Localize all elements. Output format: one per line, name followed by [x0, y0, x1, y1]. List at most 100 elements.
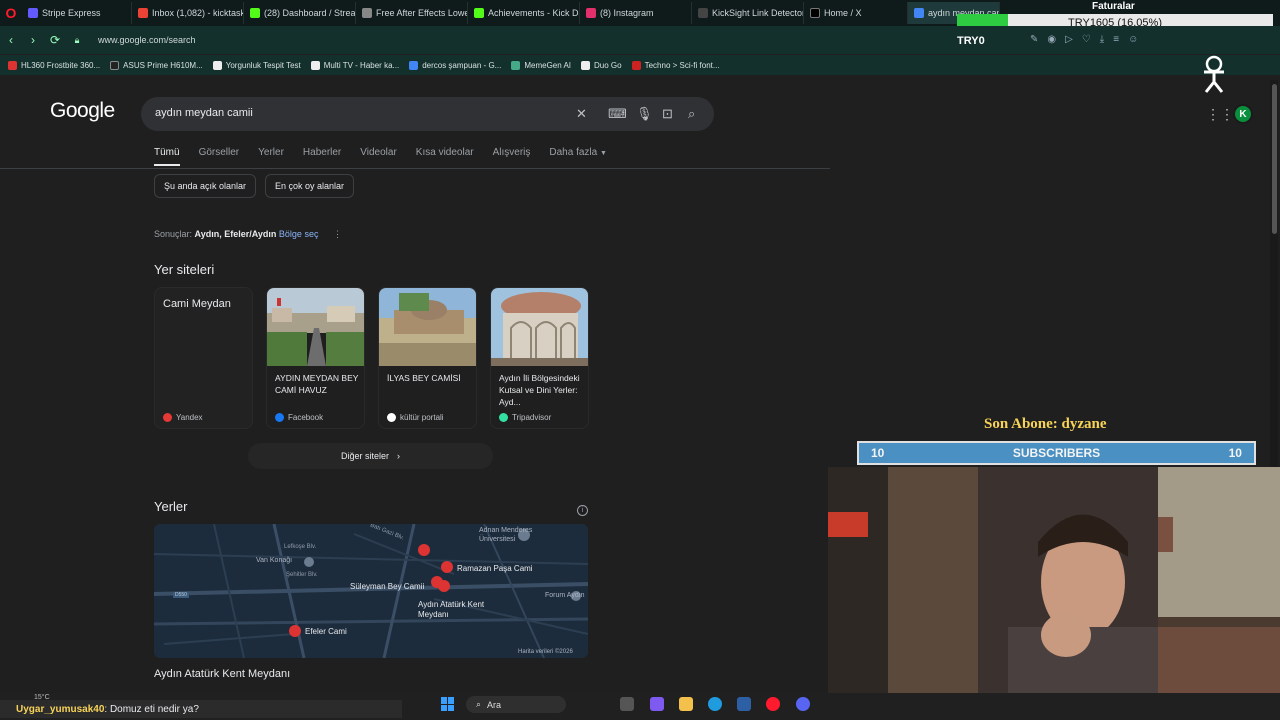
place-site-card[interactable]: İLYAS BEY CAMİSİ kültür portali	[378, 287, 477, 429]
search-box[interactable]: aydın meydan camii ✕ ⌨ 🎙︎ ⊡ ⌕	[141, 97, 714, 131]
map-label-vankonagi: Van Konağı	[256, 557, 293, 564]
instagram-icon	[586, 8, 596, 18]
tab-achievements[interactable]: Achievements - Kick Dash	[468, 2, 580, 24]
tab-shopping[interactable]: Alışveriş	[493, 147, 531, 166]
sub-count-right: 10	[1228, 446, 1242, 460]
gmail-icon	[138, 8, 148, 18]
tab-places[interactable]: Yerler	[258, 147, 284, 166]
bookmark-favicon-icon	[511, 60, 521, 70]
windows-start-icon[interactable]	[441, 697, 455, 711]
places-map[interactable]: Adnan Menderes Üniversitesi Batı Gazi Bl…	[154, 524, 588, 658]
tab-x[interactable]: Home / X	[804, 2, 908, 24]
edge-icon[interactable]	[708, 697, 722, 711]
bookmarks-bar: HL360 Frostbite 360... ASUS Prime H610M.…	[0, 55, 1280, 75]
opera-icon[interactable]	[766, 697, 780, 711]
more-options-icon[interactable]: ⋮	[333, 229, 342, 239]
card-image-fountain	[491, 288, 588, 366]
choose-region-link[interactable]: Bölge seç	[279, 229, 319, 239]
url-field[interactable]: www.google.com/search	[98, 35, 196, 45]
card-image-city	[267, 288, 364, 366]
chip-top-rated[interactable]: En çok oy alanlar	[265, 174, 355, 198]
tab-inbox[interactable]: Inbox (1,082) - kicktaskin	[132, 2, 244, 24]
menu-icon[interactable]: ≡	[1113, 34, 1119, 45]
tab-images[interactable]: Görseller	[199, 147, 240, 166]
tripadvisor-icon	[499, 413, 508, 422]
store-icon[interactable]	[737, 697, 751, 711]
scrollbar-thumb[interactable]	[1272, 84, 1277, 234]
card-source: kültür portali	[387, 413, 444, 422]
reload-icon[interactable]: ⟳	[44, 33, 66, 47]
search-input[interactable]: aydın meydan camii	[155, 107, 253, 119]
map-label-suleyman: Süleyman Bey Camii	[350, 582, 425, 591]
camera-icon[interactable]: ◉	[1047, 34, 1056, 45]
tab-short-videos[interactable]: Kısa videolar	[416, 147, 474, 166]
place-title[interactable]: Aydın Atatürk Kent Meydanı	[154, 668, 290, 680]
kultur-portali-icon	[387, 413, 396, 422]
bookmark-favicon-icon	[631, 60, 641, 70]
place-site-card[interactable]: Aydın İli Bölgesindeki Kutsal ve Dini Ye…	[490, 287, 589, 429]
tab-more[interactable]: Daha fazla ▼	[549, 147, 607, 166]
bookmark-item[interactable]: Yorgunluk Tespit Test	[212, 60, 311, 70]
tab-streamlabs[interactable]: (28) Dashboard / Streamla	[244, 2, 356, 24]
file-explorer-icon[interactable]	[679, 697, 693, 711]
tab-after-effects[interactable]: Free After Effects Lower Th	[356, 2, 468, 24]
map-label-sehitler: Şehitler Blv.	[286, 572, 318, 578]
bookmark-item[interactable]: Techno > Sci-fi font...	[631, 60, 730, 70]
bookmark-item[interactable]: Duo Go	[581, 60, 632, 70]
subscriber-goal-bar: 10 SUBSCRIBERS 10	[857, 441, 1256, 465]
lock-icon: 🔒︎	[74, 34, 80, 45]
bookmark-favicon-icon	[581, 60, 591, 70]
heart-icon[interactable]: ♡	[1082, 34, 1091, 45]
clear-icon[interactable]: ✕	[576, 106, 587, 122]
bookmark-item[interactable]: ASUS Prime H610M...	[110, 60, 213, 70]
back-icon[interactable]: ‹	[0, 33, 22, 47]
bookmark-favicon-icon	[8, 60, 17, 70]
bookmark-item[interactable]: HL360 Frostbite 360...	[8, 60, 110, 70]
map-credit: Harita verileri ©2026	[518, 649, 573, 655]
place-site-card[interactable]: AYDIN MEYDAN BEY CAMİ HAVUZ Facebook	[266, 287, 365, 429]
bookmark-item[interactable]: MemeGen AI	[511, 60, 581, 70]
yandex-icon	[163, 413, 172, 422]
microphone-icon[interactable]: 🎙︎	[636, 106, 653, 122]
tab-all[interactable]: Tümü	[154, 147, 180, 166]
x-icon	[810, 8, 820, 18]
other-sites-button[interactable]: Diğer siteler ›	[248, 443, 493, 469]
play-icon[interactable]: ▷	[1065, 34, 1073, 45]
bookmark-item[interactable]: dercos şampuan - G...	[409, 60, 511, 70]
tab-kicksight[interactable]: KickSight Link Detector	[692, 2, 804, 24]
bookmark-favicon-icon	[212, 60, 222, 70]
faturalar-label: Faturalar	[1092, 1, 1135, 12]
chip-open-now[interactable]: Şu anda açık olanlar	[154, 174, 257, 198]
taskbar-search[interactable]: ⌕ Ara	[466, 696, 566, 713]
avatar[interactable]: K	[1233, 104, 1253, 124]
taskview-icon[interactable]	[620, 697, 634, 711]
last-subscriber-label: Son Abone: dyzane	[984, 416, 1107, 432]
keyboard-icon[interactable]: ⌨	[608, 106, 627, 122]
forward-icon[interactable]: ›	[22, 33, 44, 47]
edit-icon[interactable]: ✎	[1030, 34, 1038, 45]
info-icon[interactable]: i	[577, 505, 588, 516]
chat-text: : Domuz eti nedir ya?	[104, 703, 199, 715]
tab-videos[interactable]: Videolar	[360, 147, 397, 166]
search-icon[interactable]: ⌕	[688, 106, 695, 122]
map-label-forum: Forum Aydın	[545, 592, 585, 599]
extension-icons: ✎ ◉ ▷ ♡ ⤓ ≡ ☺	[1030, 34, 1138, 45]
google-logo[interactable]: Google	[50, 99, 115, 123]
lens-icon[interactable]: ⊡	[662, 106, 673, 122]
bookmark-favicon-icon	[110, 60, 120, 70]
map-label-adnan: Adnan Menderes Üniversitesi	[479, 527, 533, 543]
download-icon[interactable]: ⤓	[1100, 34, 1104, 45]
tab-instagram[interactable]: (8) Instagram	[580, 2, 692, 24]
user-icon[interactable]: ☺	[1128, 34, 1138, 45]
search-tabs: Tümü Görseller Yerler Haberler Videolar …	[154, 147, 607, 166]
tab-news[interactable]: Haberler	[303, 147, 341, 166]
bookmark-item[interactable]: Multi TV - Haber ka...	[310, 60, 409, 70]
copilot-icon[interactable]	[650, 697, 664, 711]
tab-stripe-express[interactable]: Stripe Express	[22, 2, 132, 24]
opera-logo-icon[interactable]: O	[0, 2, 22, 24]
place-site-card[interactable]: Cami Meydan Yandex	[154, 287, 253, 429]
discord-icon[interactable]	[796, 697, 810, 711]
divider	[0, 168, 830, 169]
ae-icon	[362, 8, 372, 18]
chevron-down-icon: ▼	[599, 150, 607, 157]
